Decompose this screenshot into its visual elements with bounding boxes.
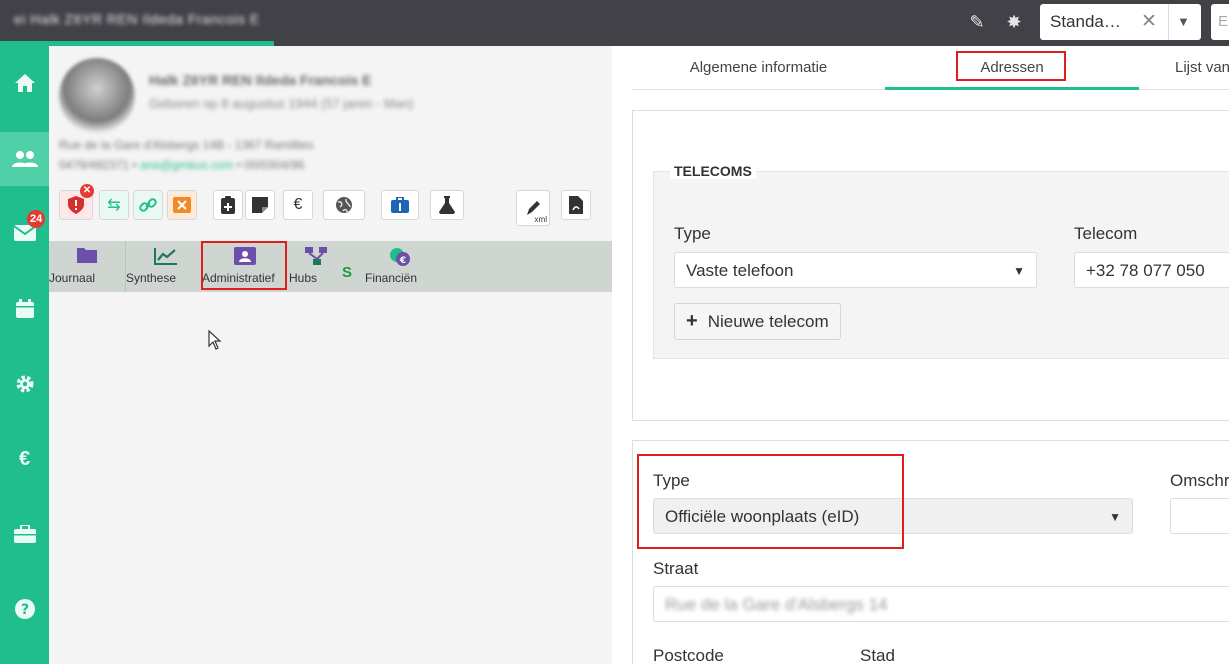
hubs-status: S [342, 264, 353, 281]
subtab-label: Administratief [202, 271, 275, 285]
hub-network-icon [305, 247, 327, 265]
telecom-input[interactable]: +32 78 077 050 [1074, 252, 1229, 288]
euro-icon[interactable]: € [0, 432, 49, 486]
home-icon[interactable] [0, 56, 49, 110]
virus-icon[interactable]: ✸ [1002, 10, 1026, 34]
globe-icon[interactable] [323, 190, 365, 220]
main-sidebar: 24 € ? [0, 46, 49, 664]
tab-adressen[interactable]: Adressen [885, 46, 1139, 90]
omschrijving-label: Omschr [1170, 471, 1229, 490]
subtab-label: Synthese [126, 271, 177, 285]
flask-icon[interactable] [430, 190, 464, 220]
telecom-label: Telecom [1074, 224, 1138, 243]
subtab-label: Hubs [289, 271, 318, 285]
patient-contact: 0479/492371 • ana@gmkus.com • 00/0304/96 [59, 158, 305, 172]
xml-label: xml [534, 215, 547, 224]
address-type-select[interactable]: Officiële woonplaats (eID) ▼ [653, 498, 1133, 534]
telecom-card: TELECOMS Type Vaste telefoon ▼ Telecom +… [632, 110, 1229, 421]
telecom-type-value: Vaste telefoon [686, 261, 794, 280]
telecom-value: +32 78 077 050 [1086, 261, 1205, 280]
patient-panel: Halk Z6YR REN Ildeda Francois E Geboren … [49, 46, 612, 664]
straat-value: Rue de la Gare d'Alsbergs 14 [665, 595, 888, 614]
help-icon[interactable]: ? [0, 582, 49, 636]
clipboard-medical-icon[interactable] [213, 190, 243, 220]
close-icon[interactable]: ✕ [1141, 10, 1157, 33]
patient-phone: 0479/492371 [59, 158, 130, 172]
svg-text:€: € [399, 256, 406, 266]
avatar [59, 58, 135, 134]
xml-export-button[interactable]: xml [516, 190, 550, 226]
telecoms-legend: TELECOMS [670, 163, 756, 179]
patient-email[interactable]: ana@gmkus.com [140, 158, 234, 172]
error-badge: ✕ [80, 184, 94, 198]
combo-separator [1168, 4, 1169, 40]
link-icon[interactable] [133, 190, 163, 220]
secondary-select[interactable]: E [1211, 4, 1229, 40]
chevron-down-icon: ▼ [1109, 510, 1121, 524]
chevron-down-icon: ▼ [1013, 264, 1025, 278]
telecoms-fieldset: TELECOMS Type Vaste telefoon ▼ Telecom +… [653, 163, 1229, 359]
postcode-label: Postcode [653, 646, 724, 664]
gear-icon[interactable] [0, 357, 49, 411]
subtab-synthese[interactable]: Synthese [126, 241, 202, 292]
mail-badge: 24 [27, 210, 46, 228]
patient-name: Halk Z6YR REN Ildeda Francois E [149, 72, 372, 88]
chart-line-icon [154, 247, 177, 265]
stad-label: Stad [860, 646, 895, 664]
subtab-label: Journaal [49, 271, 96, 285]
folder-icon [77, 247, 97, 265]
chevron-down-icon[interactable]: ▼ [1177, 14, 1190, 29]
briefcase-medical-icon[interactable] [381, 190, 419, 220]
standard-select[interactable]: Standa… ✕ ▼ [1040, 4, 1201, 40]
subtab-administratief[interactable]: Administratief [202, 241, 285, 292]
mail-icon[interactable]: 24 [0, 206, 49, 260]
handshake-icon[interactable]: ⇆ [99, 190, 129, 220]
subtab-financien[interactable]: € Financiën [365, 241, 431, 292]
straat-input[interactable]: Rue de la Gare d'Alsbergs 14 [653, 586, 1229, 622]
address-type-label: Type [653, 471, 690, 490]
straat-label: Straat [653, 559, 699, 578]
note-icon[interactable] [245, 190, 275, 220]
patient-subtabs: Journaal Synthese Administratief Hubs S … [49, 241, 612, 292]
top-bar: ei Halk Z6YR REN Ildeda Francois E ✎ ✸ S… [0, 0, 1229, 46]
id-card-icon [233, 247, 256, 265]
plus-icon: + [686, 310, 698, 332]
omschrijving-input[interactable] [1170, 498, 1229, 534]
subtab-hubs[interactable]: Hubs [289, 241, 341, 292]
mouse-cursor-icon [208, 330, 222, 350]
tab-algemene-informatie[interactable]: Algemene informatie [632, 46, 885, 90]
tab-label: Lijst van [1175, 59, 1229, 76]
close-box-icon[interactable] [167, 190, 197, 220]
subtab-journaal[interactable]: Journaal [49, 241, 126, 292]
subtab-label: Financiën [365, 271, 418, 285]
patient-address: Rue de la Gare d'Alsbergs 14B - 1367 Ram… [59, 138, 314, 152]
pdf-icon[interactable] [561, 190, 591, 220]
tab-label: Adressen [980, 59, 1044, 76]
secondary-select-value: E [1218, 13, 1229, 30]
calendar-icon[interactable] [0, 282, 49, 336]
telecom-type-select[interactable]: Vaste telefoon ▼ [674, 252, 1037, 288]
coins-icon: € [388, 247, 410, 266]
add-telecom-button[interactable]: + Nieuwe telecom [674, 303, 841, 340]
standard-select-value: Standa… [1050, 12, 1121, 31]
svg-text:?: ? [20, 602, 28, 618]
tab-label: Algemene informatie [689, 59, 828, 76]
add-telecom-label: Nieuwe telecom [707, 311, 829, 331]
toolbox-icon[interactable] [0, 507, 49, 561]
address-card: Type Officiële woonplaats (eID) ▼ Omschr… [632, 440, 1229, 664]
users-icon[interactable] [0, 132, 49, 186]
patient-birth-info: Geboren op 8 augustus 1944 (57 jaren - M… [149, 96, 414, 111]
window-title: ei Halk Z6YR REN Ildeda Francois E [14, 11, 260, 27]
detail-panel: Algemene informatie Adressen Lijst van T… [612, 46, 1229, 664]
euro-button[interactable]: € [283, 190, 313, 220]
address-type-value: Officiële woonplaats (eID) [665, 507, 860, 526]
patient-ref: 00/0304/96 [244, 158, 305, 172]
syringe-icon[interactable]: ✎ [965, 10, 989, 34]
tab-lijst-van[interactable]: Lijst van [1139, 46, 1229, 90]
detail-tabs: Algemene informatie Adressen Lijst van [632, 46, 1229, 90]
telecom-type-label: Type [674, 224, 711, 243]
